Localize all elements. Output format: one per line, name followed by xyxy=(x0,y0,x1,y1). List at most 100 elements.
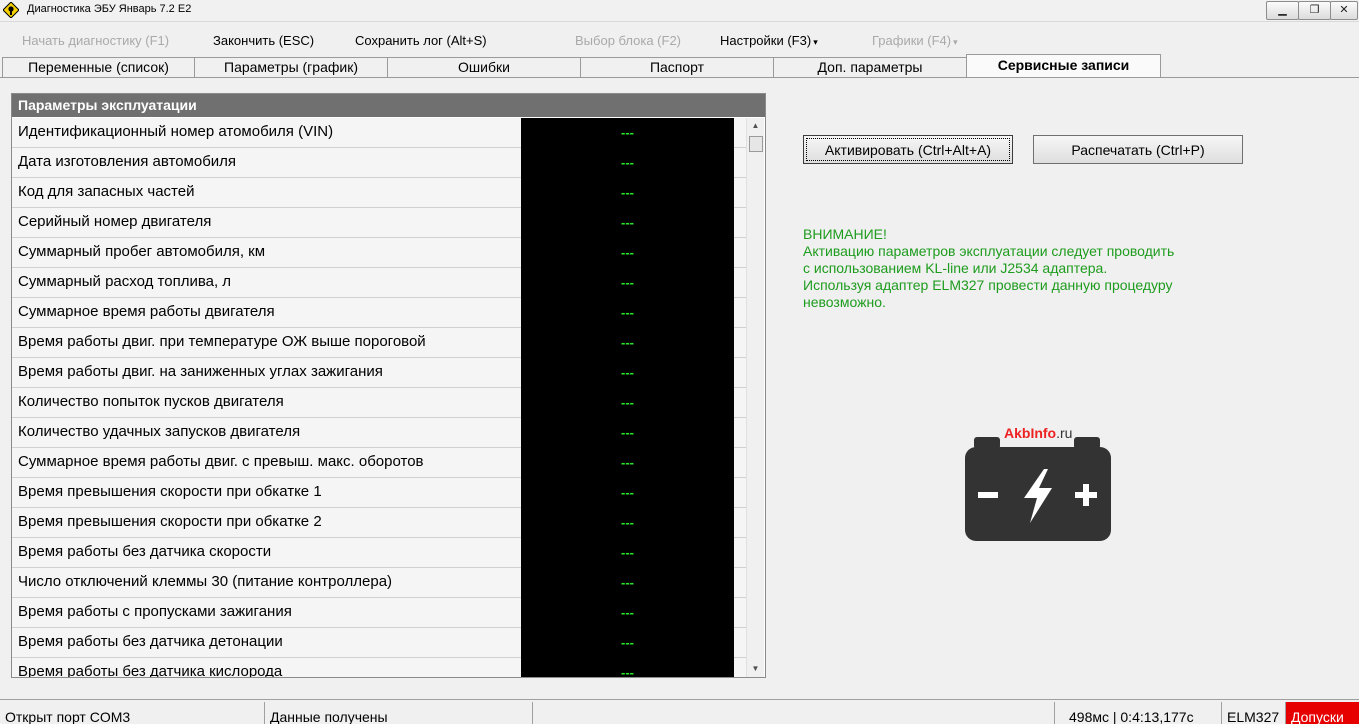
table-row[interactable]: Время работы с пропусками зажигания --- xyxy=(12,598,746,628)
tab-divider xyxy=(0,77,1359,78)
parameter-value: --- xyxy=(521,178,734,208)
warning-message: ВНИМАНИЕ! Активацию параметров эксплуата… xyxy=(803,226,1174,311)
akbinfo-logo: AkbInfo.ru xyxy=(962,425,1114,547)
scroll-up-icon[interactable]: ▲ xyxy=(747,119,764,133)
parameter-value: --- xyxy=(521,328,734,358)
logo-brand: AkbInfo xyxy=(1004,425,1057,441)
parameter-label: Время работы без датчика детонации xyxy=(18,633,283,650)
operation-parameters-table: Параметры эксплуатации Идентификационный… xyxy=(11,93,766,678)
status-data: Данные получены xyxy=(265,702,533,724)
table-row[interactable]: Суммарный расход топлива, л --- xyxy=(12,268,746,298)
table-row[interactable]: Время превышения скорости при обкатке 2 -… xyxy=(12,508,746,538)
parameter-label: Суммарный расход топлива, л xyxy=(18,273,232,290)
table-row[interactable]: Суммарное время работы двиг. с превыш. м… xyxy=(12,448,746,478)
status-adapter: ELM327 xyxy=(1222,702,1286,724)
restore-button[interactable]: ❐ xyxy=(1298,1,1331,20)
table-row[interactable]: Серийный номер двигателя --- xyxy=(12,208,746,238)
table-row[interactable]: Время работы двиг. при температуре ОЖ вы… xyxy=(12,328,746,358)
print-button[interactable]: Распечатать (Ctrl+P) xyxy=(1033,135,1243,164)
table-row[interactable]: Время работы без датчика скорости --- xyxy=(12,538,746,568)
vertical-scrollbar[interactable]: ▲ ▼ xyxy=(746,118,764,677)
parameter-label: Время работы без датчика кислорода xyxy=(18,663,283,677)
tab-parameters-chart[interactable]: Параметры (график) xyxy=(194,57,388,78)
status-bar: Открыт порт COM3 Данные получены 498мс |… xyxy=(0,699,1359,724)
charts-label: Графики (F4) xyxy=(872,33,952,48)
charts-menu[interactable]: Графики (F4) ▾ xyxy=(872,33,958,48)
warning-line: невозможно. xyxy=(803,294,886,310)
table-row[interactable]: Количество удачных запусков двигателя --- xyxy=(12,418,746,448)
parameter-value: --- xyxy=(521,568,734,598)
settings-label: Настройки (F3) xyxy=(720,33,812,48)
close-button[interactable]: ✕ xyxy=(1330,1,1358,20)
activate-button[interactable]: Активировать (Ctrl+Alt+A) xyxy=(803,135,1013,164)
status-empty xyxy=(533,702,1055,724)
warning-line: с использованием KL-line или J2534 адапт… xyxy=(803,260,1108,276)
table-body[interactable]: Идентификационный номер атомобиля (VIN) -… xyxy=(12,118,746,677)
table-row[interactable]: Код для запасных частей --- xyxy=(12,178,746,208)
parameter-label: Дата изготовления автомобиля xyxy=(18,153,237,170)
table-row[interactable]: Время работы без датчика кислорода --- xyxy=(12,658,746,677)
parameter-value: --- xyxy=(521,358,734,388)
parameter-label: Время работы двиг. при температуре ОЖ вы… xyxy=(18,333,426,350)
parameter-label: Суммарное время работы двиг. с превыш. м… xyxy=(18,453,424,470)
status-timing: 498мс | 0:4:13,177с xyxy=(1055,702,1222,724)
settings-menu[interactable]: Настройки (F3) ▾ xyxy=(720,33,818,48)
title-bar: Диагностика ЭБУ Январь 7.2 E2 ▁ ❐ ✕ xyxy=(0,0,1359,22)
minimize-button[interactable]: ▁ xyxy=(1266,1,1299,20)
warning-line: Используя адаптер ELM327 провести данную… xyxy=(803,277,1173,293)
table-row[interactable]: Число отключений клеммы 30 (питание конт… xyxy=(12,568,746,598)
save-log-button[interactable]: Сохранить лог (Alt+S) xyxy=(355,33,487,48)
tab-passport[interactable]: Паспорт xyxy=(580,57,774,78)
table-row[interactable]: Идентификационный номер атомобиля (VIN) -… xyxy=(12,118,746,148)
parameter-value: --- xyxy=(521,538,734,568)
parameter-label: Суммарный пробег автомобиля, км xyxy=(18,243,266,260)
table-row[interactable]: Количество попыток пусков двигателя --- xyxy=(12,388,746,418)
warning-line: Активацию параметров эксплуатации следуе… xyxy=(803,243,1175,259)
parameter-value: --- xyxy=(521,508,734,538)
parameter-label: Время превышения скорости при обкатке 2 xyxy=(18,513,322,530)
tab-service-records[interactable]: Сервисные записи xyxy=(966,54,1161,78)
select-block-button[interactable]: Выбор блока (F2) xyxy=(575,33,681,48)
finish-button[interactable]: Закончить (ESC) xyxy=(213,33,314,48)
table-row[interactable]: Дата изготовления автомобиля --- xyxy=(12,148,746,178)
toolbar: Начать диагностику (F1) Закончить (ESC) … xyxy=(0,28,1359,53)
table-row[interactable]: Время работы без датчика детонации --- xyxy=(12,628,746,658)
tab-variables-list[interactable]: Переменные (список) xyxy=(2,57,195,78)
start-diagnostics-button[interactable]: Начать диагностику (F1) xyxy=(22,33,169,48)
app-icon xyxy=(3,2,19,18)
scroll-thumb[interactable] xyxy=(749,136,763,152)
parameter-value: --- xyxy=(521,148,734,178)
parameter-label: Серийный номер двигателя xyxy=(18,213,212,230)
table-row[interactable]: Время работы двиг. на заниженных углах з… xyxy=(12,358,746,388)
battery-icon xyxy=(965,437,1111,541)
parameter-label: Количество удачных запусков двигателя xyxy=(18,423,301,440)
parameter-value: --- xyxy=(521,658,734,677)
scroll-down-icon[interactable]: ▼ xyxy=(747,662,764,676)
tab-errors[interactable]: Ошибки xyxy=(387,57,581,78)
parameter-label: Код для запасных частей xyxy=(18,183,195,200)
parameter-value: --- xyxy=(521,418,734,448)
warning-title: ВНИМАНИЕ! xyxy=(803,226,887,242)
parameter-label: Количество попыток пусков двигателя xyxy=(18,393,284,410)
chevron-down-icon: ▾ xyxy=(813,37,818,47)
parameter-value: --- xyxy=(521,208,734,238)
tab-extra-parameters[interactable]: Доп. параметры xyxy=(773,57,967,78)
parameter-value: --- xyxy=(521,238,734,268)
parameter-value: --- xyxy=(521,388,734,418)
table-row[interactable]: Суммарное время работы двигателя --- xyxy=(12,298,746,328)
parameter-label: Время превышения скорости при обкатке 1 xyxy=(18,483,322,500)
window-title: Диагностика ЭБУ Январь 7.2 E2 xyxy=(27,3,192,15)
parameter-label: Время работы без датчика скорости xyxy=(18,543,272,560)
table-header: Параметры эксплуатации xyxy=(12,94,765,117)
tab-bar: Переменные (список) Параметры (график) О… xyxy=(0,54,1359,78)
logo-text: AkbInfo.ru xyxy=(1004,425,1072,441)
parameter-value: --- xyxy=(521,598,734,628)
parameter-value: --- xyxy=(521,118,734,148)
parameter-value: --- xyxy=(521,628,734,658)
table-row[interactable]: Суммарный пробег автомобиля, км --- xyxy=(12,238,746,268)
parameter-label: Время работы двиг. на заниженных углах з… xyxy=(18,363,383,380)
status-access: Допуски xyxy=(1286,702,1359,724)
parameter-value: --- xyxy=(521,268,734,298)
table-row[interactable]: Время превышения скорости при обкатке 1 -… xyxy=(12,478,746,508)
chevron-down-icon: ▾ xyxy=(953,37,958,47)
